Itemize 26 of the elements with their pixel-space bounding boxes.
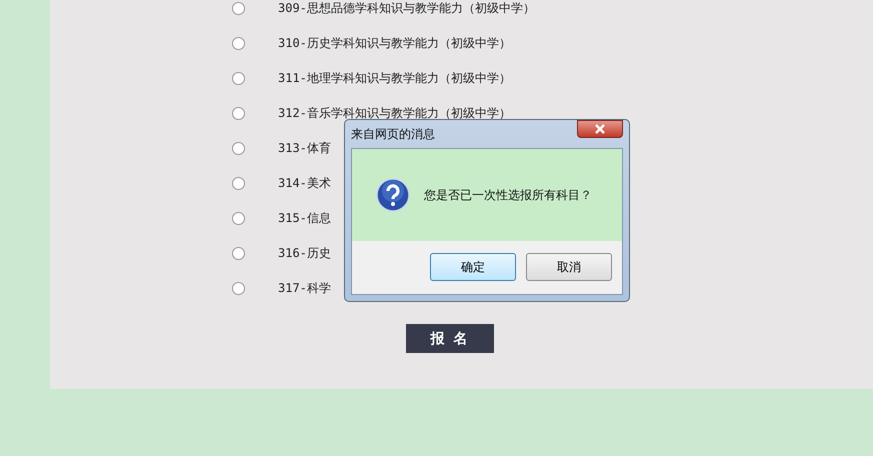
dialog-title: 来自网页的消息 <box>351 126 435 142</box>
subject-label: 316-历史 <box>278 245 331 262</box>
subject-label: 311-地理学科知识与教学能力（初级中学） <box>278 70 511 87</box>
ok-button[interactable]: 确定 <box>430 253 516 281</box>
submit-button[interactable]: 报 名 <box>406 324 494 353</box>
radio-button[interactable] <box>232 142 245 155</box>
subject-label: 310-历史学科知识与教学能力（初级中学） <box>278 35 511 52</box>
subject-label: 313-体育 <box>278 140 331 157</box>
radio-button[interactable] <box>232 37 245 50</box>
question-icon <box>376 178 410 212</box>
subject-label: 317-科学 <box>278 280 331 297</box>
radio-button[interactable] <box>232 2 245 15</box>
radio-button[interactable] <box>232 247 245 260</box>
radio-button[interactable] <box>232 72 245 85</box>
subject-label: 314-美术 <box>278 175 331 192</box>
close-icon <box>594 124 606 134</box>
close-button[interactable] <box>577 120 623 138</box>
dialog-message: 您是否已一次性选报所有科目？ <box>424 186 592 204</box>
radio-button[interactable] <box>232 107 245 120</box>
radio-button[interactable] <box>232 282 245 295</box>
subject-label: 309-思想品德学科知识与教学能力（初级中学） <box>278 0 535 17</box>
radio-button[interactable] <box>232 212 245 225</box>
radio-button[interactable] <box>232 177 245 190</box>
cancel-button[interactable]: 取消 <box>526 253 612 281</box>
subject-label: 315-信息 <box>278 210 331 227</box>
subject-label: 312-音乐学科知识与教学能力（初级中学） <box>278 105 511 122</box>
